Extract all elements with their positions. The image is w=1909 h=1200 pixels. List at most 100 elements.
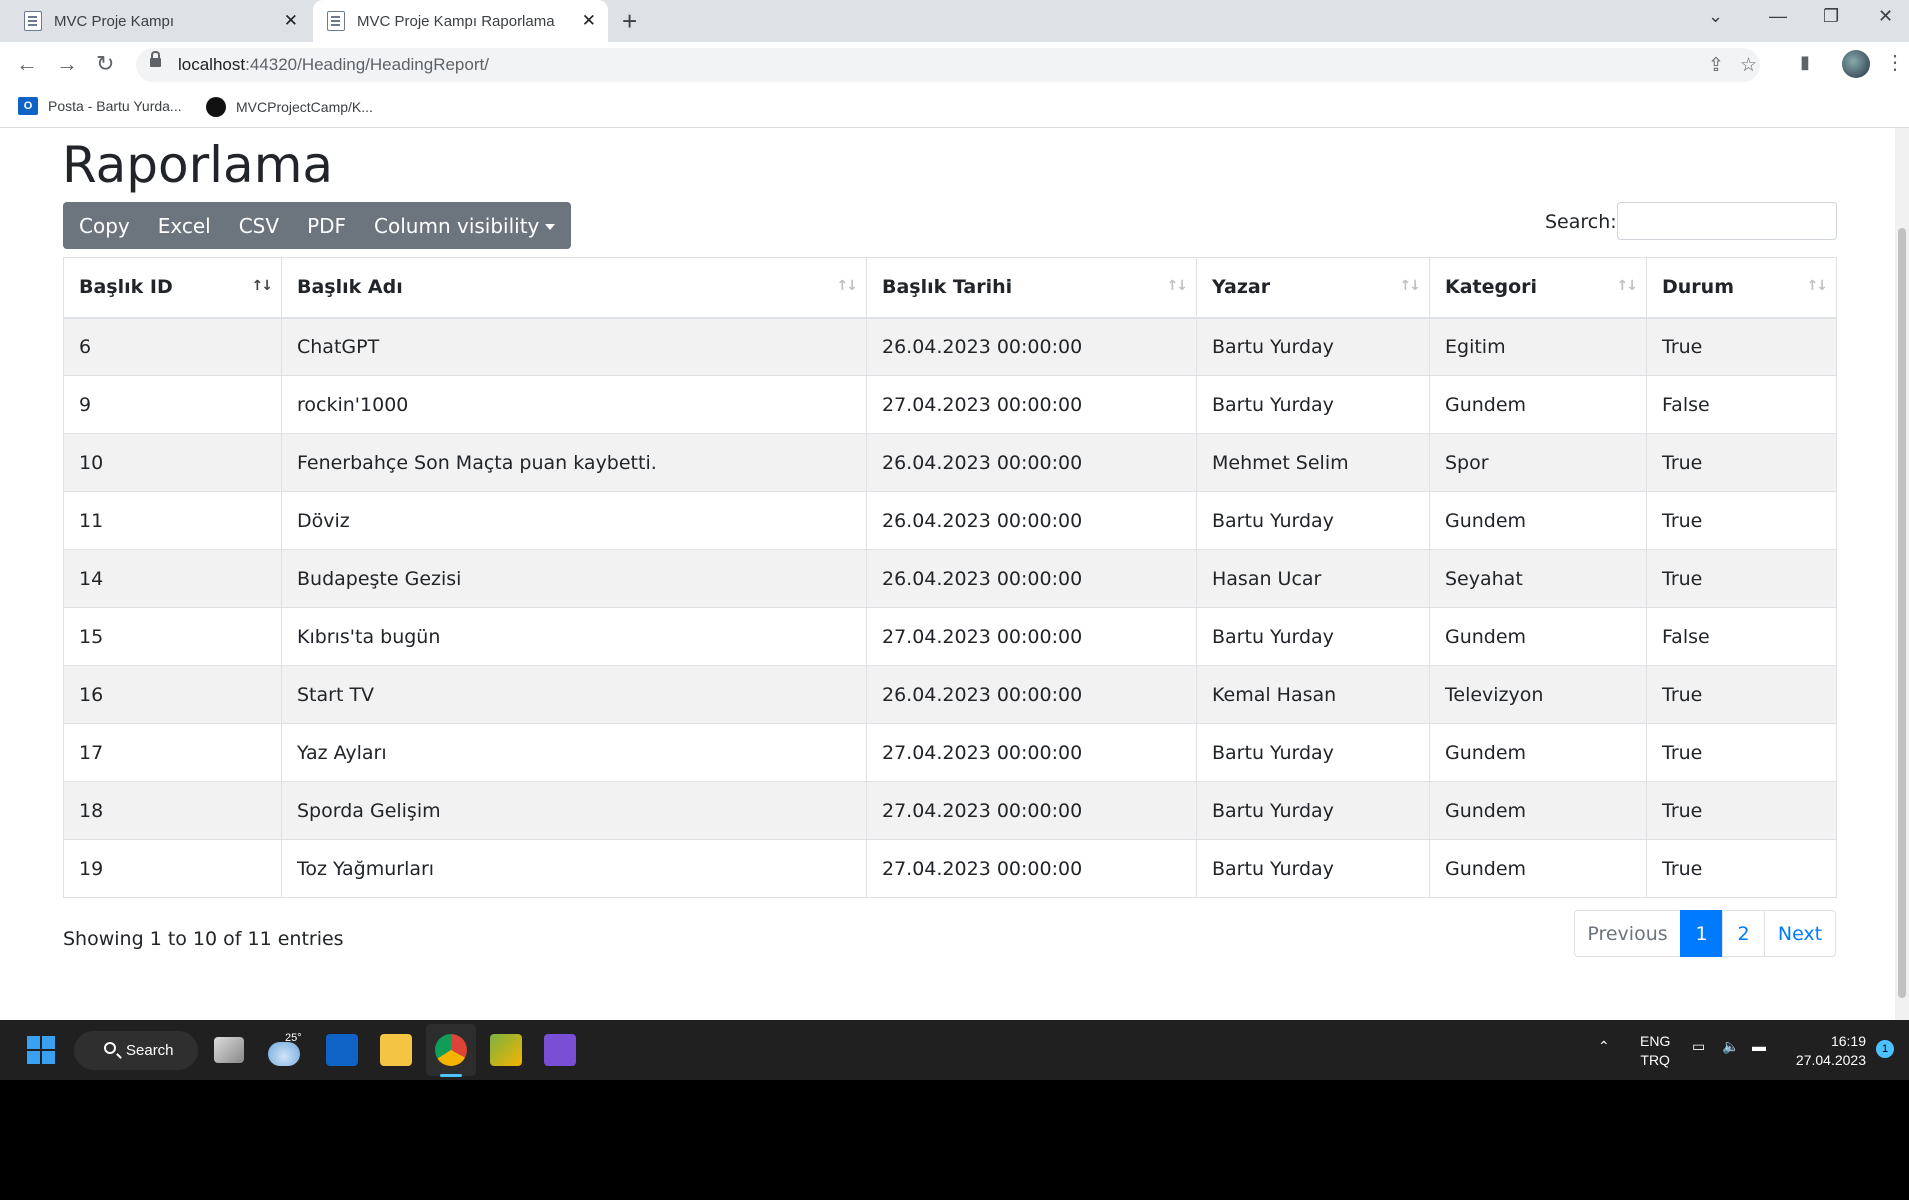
weather-icon[interactable] (268, 1042, 300, 1066)
cell-id: 10 (63, 433, 282, 492)
page-content: Raporlama Copy Excel CSV PDF Column visi… (0, 128, 1909, 1020)
network-icon[interactable]: ▭ (1692, 1038, 1705, 1055)
cell-date: 26.04.2023 00:00:00 (866, 665, 1197, 724)
cell-id: 9 (63, 375, 282, 434)
outlook-taskbar-icon[interactable] (326, 1034, 358, 1066)
column-header-label: Başlık Adı (297, 276, 403, 299)
chevron-up-icon[interactable]: ⌃ (1598, 1038, 1610, 1055)
chrome-icon[interactable] (435, 1034, 467, 1066)
search-input[interactable] (1617, 202, 1837, 240)
notification-badge[interactable]: 1 (1876, 1040, 1894, 1058)
address-bar[interactable]: localhost:44320/Heading/HeadingReport/ ⇪… (136, 48, 1760, 82)
scrollbar[interactable] (1895, 128, 1909, 1020)
next-button[interactable]: Next (1764, 910, 1836, 957)
close-icon[interactable]: ✕ (284, 11, 298, 31)
close-icon[interactable]: ✕ (582, 11, 596, 31)
weather-temp: 25° (285, 1032, 302, 1044)
page-button-2[interactable]: 2 (1722, 910, 1765, 957)
tab-search-icon[interactable]: ⌄ (1708, 6, 1723, 27)
visual-studio-icon[interactable] (544, 1034, 576, 1066)
table-row: 17 Yaz Ayları 27.04.2023 00:00:00 Bartu Yur… (63, 723, 1837, 782)
browser-tab-active[interactable]: MVC Proje Kampı Raporlama ✕ (313, 0, 608, 42)
cell-title: Toz Yağmurları (281, 839, 867, 898)
cell-date: 27.04.2023 00:00:00 (866, 781, 1197, 840)
column-header-status[interactable]: Durum ↑↓ (1646, 257, 1837, 319)
taskbar-search-button[interactable]: Search (74, 1031, 198, 1070)
cell-title: Budapeşte Gezisi (281, 549, 867, 608)
clock[interactable]: 16:19 27.04.2023 (1790, 1032, 1866, 1070)
windows-start-icon[interactable] (27, 1036, 55, 1064)
task-view-icon[interactable] (214, 1037, 244, 1063)
bookmark-star-icon[interactable]: ☆ (1740, 54, 1757, 77)
previous-button[interactable]: Previous (1574, 910, 1681, 957)
column-header-id[interactable]: Başlık ID ↑↓ (63, 257, 282, 319)
cell-status: True (1646, 839, 1837, 898)
pdf-button[interactable]: PDF (293, 214, 360, 238)
cell-category: Seyahat (1429, 549, 1647, 608)
sort-icon: ↑↓ (1166, 278, 1189, 294)
copy-button[interactable]: Copy (65, 214, 144, 238)
cell-category: Gundem (1429, 607, 1647, 666)
cell-title: Kıbrıs'ta bugün (281, 607, 867, 666)
menu-icon[interactable]: ⋮ (1885, 50, 1905, 75)
language-indicator[interactable]: ENG TRQ (1640, 1032, 1670, 1070)
cell-title: Döviz (281, 491, 867, 550)
table-info: Showing 1 to 10 of 11 entries (63, 928, 344, 950)
minimize-icon[interactable]: — (1769, 6, 1787, 27)
scrollbar-thumb[interactable] (1898, 228, 1906, 998)
table-header-row: Başlık ID ↑↓ Başlık Adı ↑↓ Başlık Tarihi ↑↓… (63, 257, 1837, 319)
cell-date: 27.04.2023 00:00:00 (866, 723, 1197, 782)
cell-author: Mehmet Selim (1196, 433, 1430, 492)
window-close-icon[interactable]: ✕ (1878, 6, 1893, 27)
cell-date: 26.04.2023 00:00:00 (866, 491, 1197, 550)
reload-icon[interactable]: ↻ (96, 51, 114, 77)
page-title: Raporlama (62, 136, 334, 194)
table-row: 18 Sporda Gelişim 27.04.2023 00:00:00 Bartu… (63, 781, 1837, 840)
cell-status: True (1646, 549, 1837, 608)
battery-icon[interactable]: ▬ (1752, 1038, 1766, 1054)
new-tab-icon[interactable]: + (622, 6, 637, 37)
column-header-label: Kategori (1445, 276, 1538, 299)
column-header-label: Yazar (1212, 276, 1271, 299)
taskbar: Search 25° ⌃ ENG TRQ ▭ 🔈 ▬ 16:19 27.04.202… (0, 1020, 1909, 1080)
sort-icon: ↑↓ (1806, 278, 1829, 294)
column-visibility-button[interactable]: Column visibility (360, 214, 569, 238)
bookmark-outlook[interactable]: O Posta - Bartu Yurda... (18, 97, 182, 115)
back-icon[interactable]: ← (16, 51, 38, 77)
column-header-label: Durum (1662, 276, 1734, 299)
forward-icon[interactable]: → (56, 51, 78, 77)
cell-id: 6 (63, 317, 282, 376)
table-row: 14 Budapeşte Gezisi 26.04.2023 00:00:00 Has… (63, 549, 1837, 608)
browser-toolbar: ← → ↻ localhost:44320/Heading/HeadingRep… (0, 42, 1909, 88)
file-explorer-icon[interactable] (380, 1034, 412, 1066)
share-icon[interactable]: ⇪ (1708, 54, 1724, 77)
url-text: localhost:44320/Heading/HeadingReport/ (178, 55, 489, 74)
restore-icon[interactable]: ❐ (1823, 6, 1839, 27)
cell-id: 15 (63, 607, 282, 666)
column-header-category[interactable]: Kategori ↑↓ (1429, 257, 1647, 319)
excel-button[interactable]: Excel (144, 214, 225, 238)
cell-title: rockin'1000 (281, 375, 867, 434)
export-button-group: Copy Excel CSV PDF Column visibility (63, 202, 572, 249)
side-panel-icon[interactable]: ▮ (1800, 52, 1810, 73)
app-icon[interactable] (490, 1034, 522, 1066)
lock-icon[interactable] (150, 51, 161, 67)
bookmark-github[interactable]: MVCProjectCamp/K... (206, 97, 373, 117)
page-button-1[interactable]: 1 (1680, 910, 1723, 957)
browser-tab[interactable]: MVC Proje Kampı ✕ (10, 0, 310, 42)
volume-muted-icon[interactable]: 🔈 (1722, 1038, 1739, 1055)
cell-author: Kemal Hasan (1196, 665, 1430, 724)
cell-category: Gundem (1429, 491, 1647, 550)
csv-button[interactable]: CSV (225, 214, 293, 238)
cell-status: True (1646, 723, 1837, 782)
cell-id: 18 (63, 781, 282, 840)
column-header-date[interactable]: Başlık Tarihi ↑↓ (866, 257, 1197, 319)
cell-status: True (1646, 665, 1837, 724)
column-header-title[interactable]: Başlık Adı ↑↓ (281, 257, 867, 319)
sort-icon: ↑↓ (836, 278, 859, 294)
active-app-underline (440, 1074, 462, 1077)
cell-author: Bartu Yurday (1196, 375, 1430, 434)
profile-avatar[interactable] (1842, 50, 1870, 78)
column-visibility-label: Column visibility (374, 213, 540, 238)
column-header-author[interactable]: Yazar ↑↓ (1196, 257, 1430, 319)
